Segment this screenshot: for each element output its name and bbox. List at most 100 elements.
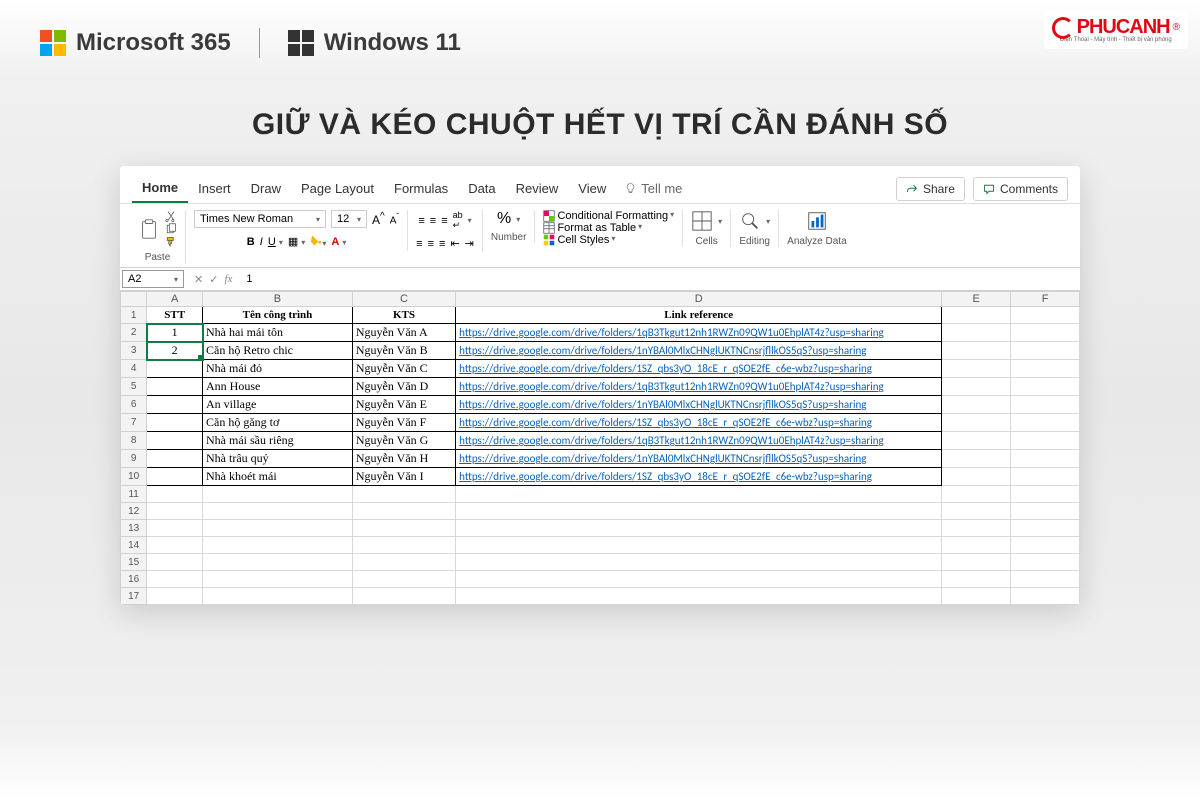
hyperlink[interactable]: https://drive.google.com/drive/folders/1…	[459, 362, 872, 375]
cell[interactable]: 2	[147, 342, 203, 360]
increase-font-icon[interactable]: A^	[372, 211, 385, 227]
align-top-icon[interactable]: ≡	[418, 215, 424, 227]
row-header[interactable]: 6	[121, 396, 147, 414]
cell[interactable]	[456, 571, 942, 588]
cell[interactable]	[147, 503, 203, 520]
share-button[interactable]: Share	[896, 177, 965, 201]
hyperlink[interactable]: https://drive.google.com/drive/folders/1…	[459, 344, 866, 357]
italic-button[interactable]: I	[260, 236, 263, 248]
indent-right-icon[interactable]: ⇥	[465, 237, 474, 250]
comments-button[interactable]: Comments	[973, 177, 1068, 201]
row-header[interactable]: 10	[121, 468, 147, 486]
cell[interactable]	[203, 503, 353, 520]
cell[interactable]	[942, 554, 1011, 571]
cell[interactable]	[147, 486, 203, 503]
cell[interactable]	[147, 378, 203, 396]
row-header[interactable]: 7	[121, 414, 147, 432]
cell[interactable]	[942, 342, 1011, 360]
row-header[interactable]: 2	[121, 324, 147, 342]
cell[interactable]	[1011, 432, 1080, 450]
cell[interactable]	[942, 486, 1011, 503]
tab-view[interactable]: View	[568, 175, 616, 202]
cell[interactable]	[942, 432, 1011, 450]
cell[interactable]	[352, 486, 455, 503]
cell[interactable]: https://drive.google.com/drive/folders/1…	[456, 414, 942, 432]
formula-value[interactable]: 1	[240, 271, 258, 287]
cell[interactable]	[456, 520, 942, 537]
cell[interactable]	[456, 503, 942, 520]
font-size-select[interactable]: 12▾	[331, 210, 367, 228]
cell[interactable]	[203, 486, 353, 503]
col-header[interactable]: E	[942, 292, 1011, 307]
cell[interactable]	[147, 468, 203, 486]
cell[interactable]	[1011, 450, 1080, 468]
cell[interactable]	[147, 554, 203, 571]
cell[interactable]: Nhà hai mái tôn	[203, 324, 353, 342]
cell[interactable]	[942, 324, 1011, 342]
cell[interactable]	[942, 537, 1011, 554]
row-header[interactable]: 1	[121, 307, 147, 324]
cell[interactable]: Nguyễn Văn B	[352, 342, 455, 360]
cell[interactable]: Nguyễn Văn H	[352, 450, 455, 468]
font-color-button[interactable]: A ▾	[331, 236, 346, 248]
cell[interactable]: Căn hộ găng tơ	[203, 414, 353, 432]
hyperlink[interactable]: https://drive.google.com/drive/folders/1…	[459, 380, 884, 393]
decrease-font-icon[interactable]: Aˇ	[390, 211, 399, 226]
tab-home[interactable]: Home	[132, 174, 188, 203]
cell[interactable]: Nguyễn Văn G	[352, 432, 455, 450]
bold-button[interactable]: B	[247, 236, 255, 248]
cell[interactable]	[942, 378, 1011, 396]
cell[interactable]: Nguyễn Văn I	[352, 468, 455, 486]
cell[interactable]	[456, 537, 942, 554]
cell[interactable]: KTS	[352, 307, 455, 324]
cell[interactable]: Nguyễn Văn D	[352, 378, 455, 396]
cell[interactable]	[942, 468, 1011, 486]
cell[interactable]	[942, 520, 1011, 537]
cell[interactable]	[942, 360, 1011, 378]
cell[interactable]: 1	[147, 324, 203, 342]
cell[interactable]	[147, 450, 203, 468]
cell[interactable]	[1011, 554, 1080, 571]
cell[interactable]	[203, 571, 353, 588]
cell[interactable]	[1011, 378, 1080, 396]
cell[interactable]	[456, 486, 942, 503]
cell[interactable]	[1011, 468, 1080, 486]
cell[interactable]: https://drive.google.com/drive/folders/1…	[456, 360, 942, 378]
cell[interactable]	[456, 588, 942, 605]
col-header[interactable]: C	[352, 292, 455, 307]
cell[interactable]	[147, 571, 203, 588]
cell[interactable]	[1011, 307, 1080, 324]
cell[interactable]	[352, 537, 455, 554]
row-header[interactable]: 15	[121, 554, 147, 571]
cell[interactable]: https://drive.google.com/drive/folders/1…	[456, 378, 942, 396]
cell[interactable]: https://drive.google.com/drive/folders/1…	[456, 468, 942, 486]
tab-data[interactable]: Data	[458, 175, 505, 202]
fx-icon[interactable]: fx	[224, 273, 232, 286]
cancel-formula-icon[interactable]: ✕	[194, 273, 203, 286]
cell-styles-button[interactable]: Cell Styles ▾	[543, 234, 615, 246]
col-header[interactable]: F	[1011, 292, 1080, 307]
cell[interactable]	[1011, 503, 1080, 520]
cell[interactable]: Nguyễn Văn A	[352, 324, 455, 342]
hyperlink[interactable]: https://drive.google.com/drive/folders/1…	[459, 416, 872, 429]
cell[interactable]	[147, 396, 203, 414]
row-header[interactable]: 3	[121, 342, 147, 360]
cell[interactable]	[1011, 342, 1080, 360]
row-header[interactable]: 13	[121, 520, 147, 537]
cell[interactable]	[1011, 360, 1080, 378]
cell[interactable]: https://drive.google.com/drive/folders/1…	[456, 450, 942, 468]
cell[interactable]	[1011, 324, 1080, 342]
cell[interactable]	[352, 588, 455, 605]
align-right-icon[interactable]: ≡	[439, 238, 445, 250]
tab-review[interactable]: Review	[506, 175, 569, 202]
cell[interactable]	[456, 554, 942, 571]
tab-page-layout[interactable]: Page Layout	[291, 175, 384, 202]
tell-me[interactable]: Tell me	[624, 181, 682, 196]
cell[interactable]: Căn hộ Retro chic	[203, 342, 353, 360]
cell[interactable]	[203, 554, 353, 571]
cell[interactable]	[352, 554, 455, 571]
cell[interactable]	[942, 414, 1011, 432]
cell[interactable]: https://drive.google.com/drive/folders/1…	[456, 396, 942, 414]
cell[interactable]: Tên công trình	[203, 307, 353, 324]
align-left-icon[interactable]: ≡	[416, 238, 422, 250]
